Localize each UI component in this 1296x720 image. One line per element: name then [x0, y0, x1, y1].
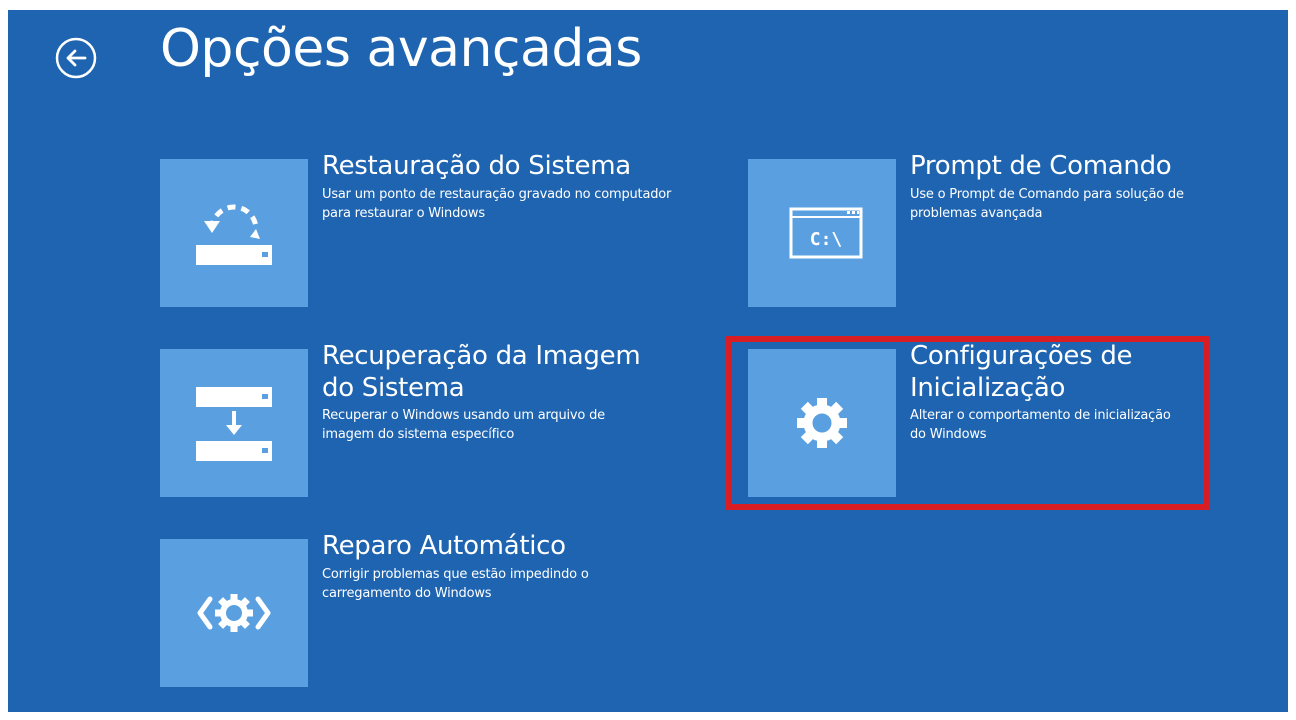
command-prompt-icon: C:\ — [789, 207, 863, 259]
option-description: Recuperar o Windows usando um arquivo de… — [322, 408, 605, 443]
page-title: Opções avançadas — [160, 19, 642, 79]
option-title: Restauração do Sistema — [322, 151, 631, 181]
option-tile — [160, 159, 308, 307]
option-tile — [160, 539, 308, 687]
option-title: Recuperação da Imagem do Sistema — [322, 341, 641, 403]
option-title: Reparo Automático — [322, 531, 566, 561]
option-command-prompt[interactable]: C:\ Prompt de Comando Use o Prompt de Co… — [748, 151, 1248, 309]
startup-repair-icon — [197, 594, 271, 632]
option-description: Usar um ponto de restauração gravado no … — [322, 186, 672, 221]
option-startup-settings[interactable]: Configurações de Inicialização Alterar o… — [748, 341, 1208, 499]
option-title: Configurações de Inicialização — [910, 341, 1133, 403]
system-image-recovery-icon — [196, 387, 272, 461]
option-description: Alterar o comportamento de inicialização… — [910, 408, 1171, 443]
command-prompt-icon-text: C:\ — [810, 229, 843, 250]
option-tile — [748, 349, 896, 497]
recovery-screen: Opções avançadas Restauração do Sistema … — [8, 10, 1288, 712]
option-tile — [160, 349, 308, 497]
option-tile: C:\ — [748, 159, 896, 307]
option-description: Use o Prompt de Comando para solução de … — [910, 186, 1184, 221]
gear-icon — [797, 398, 847, 448]
option-system-restore[interactable]: Restauração do Sistema Usar um ponto de … — [160, 151, 671, 309]
option-description: Corrigir problemas que estão impedindo o… — [322, 566, 589, 601]
back-arrow-icon — [55, 37, 97, 79]
option-startup-repair[interactable]: Reparo Automático Corrigir problemas que… — [160, 531, 640, 689]
option-title: Prompt de Comando — [910, 151, 1172, 181]
back-button[interactable] — [54, 36, 98, 80]
option-system-image-recovery[interactable]: Recuperação da Imagem do Sistema Recuper… — [160, 341, 641, 499]
system-restore-icon — [196, 204, 272, 265]
